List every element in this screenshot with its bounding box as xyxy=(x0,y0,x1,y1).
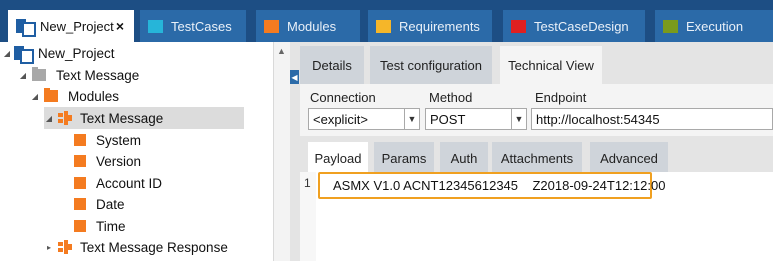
requirements-folder-icon xyxy=(376,19,391,33)
tree-item-text-message-folder[interactable]: ◢ Text Message xyxy=(18,64,139,86)
tree-item-label: Account ID xyxy=(96,175,163,191)
project-tree: ◢ New_Project ◢ Text Message ◢ Modules ◢… xyxy=(0,42,273,261)
execution-folder-icon xyxy=(663,19,678,33)
tab-details[interactable]: Details xyxy=(300,46,364,84)
tab-label: Attachments xyxy=(500,150,574,166)
chevron-down-icon[interactable]: ▼ xyxy=(404,108,420,130)
tab-label: TestCases xyxy=(171,18,232,34)
tab-params[interactable]: Params xyxy=(374,142,434,174)
tab-test-configuration[interactable]: Test configuration xyxy=(370,46,492,84)
attribute-icon xyxy=(74,177,86,189)
collapse-left-icon[interactable]: ◀ xyxy=(290,70,299,84)
tab-label: Execution xyxy=(686,18,744,34)
attribute-icon xyxy=(74,134,86,146)
close-icon[interactable]: × xyxy=(116,18,124,34)
tab-payload[interactable]: Payload xyxy=(308,142,368,174)
tree-item-new-project[interactable]: ◢ New_Project xyxy=(2,42,115,64)
folder-icon xyxy=(32,67,46,81)
tab-label: Params xyxy=(381,150,427,166)
payload-editor[interactable]: 1 ASMX V1.0 ACNT12345612345 Z2018-09-24T… xyxy=(300,172,773,261)
connection-label: Connection xyxy=(310,90,376,105)
tab-label: New_Project xyxy=(40,18,114,34)
method-label: Method xyxy=(429,90,473,105)
testcasedesign-folder-icon xyxy=(511,19,526,33)
tree-item-label: Version xyxy=(96,153,142,169)
modules-folder-icon xyxy=(264,19,279,33)
tree-item-label: Date xyxy=(96,196,125,212)
tree-item-text-message-response[interactable]: ▸ Text Message Response xyxy=(44,236,228,258)
tab-execution[interactable]: Execution xyxy=(655,10,773,42)
tab-label: Modules xyxy=(287,18,337,34)
connection-select[interactable]: <explicit> xyxy=(308,108,412,130)
details-panel: ◀ Details Test configuration Technical V… xyxy=(290,42,773,261)
tab-label: Requirements xyxy=(399,18,480,34)
tree-item-attribute[interactable]: System xyxy=(74,129,141,151)
tab-auth[interactable]: Auth xyxy=(440,142,488,174)
tab-technical-view[interactable]: Technical View xyxy=(500,46,602,84)
tree-item-label: System xyxy=(96,132,142,148)
tree-item-attribute[interactable]: Version xyxy=(74,150,141,172)
line-gutter: 1 xyxy=(300,172,316,261)
tab-label: Details xyxy=(312,57,352,73)
panel-splitter[interactable]: ▲ xyxy=(273,42,290,261)
testcases-folder-icon xyxy=(148,19,163,33)
endpoint-input[interactable]: http://localhost:54345 xyxy=(531,108,773,130)
tree-item-label: Time xyxy=(96,218,126,234)
attribute-icon xyxy=(74,220,86,232)
tree-item-label: Text Message xyxy=(56,67,140,83)
tab-testcasedesign[interactable]: TestCaseDesign xyxy=(503,10,645,42)
tree-item-label: New_Project xyxy=(38,45,115,61)
project-icon xyxy=(14,46,34,64)
tab-label: TestCaseDesign xyxy=(534,18,629,34)
expand-arrow-icon[interactable]: ◢ xyxy=(44,114,54,123)
attribute-icon xyxy=(74,198,86,210)
chevron-down-icon[interactable]: ▼ xyxy=(511,108,527,130)
modules-folder-icon xyxy=(44,88,58,102)
module-icon xyxy=(58,111,72,125)
tab-requirements[interactable]: Requirements xyxy=(368,10,492,42)
tab-testcases[interactable]: TestCases xyxy=(140,10,246,42)
method-select[interactable]: POST xyxy=(425,108,521,130)
payload-tab-bar: Payload Params Auth Attachments Advanced xyxy=(300,142,773,174)
module-icon xyxy=(58,240,72,254)
tree-item-modules[interactable]: ◢ Modules xyxy=(30,85,119,107)
expand-arrow-icon[interactable]: ◢ xyxy=(30,92,40,101)
attribute-icon xyxy=(74,155,86,167)
tab-label: Test configuration xyxy=(380,57,482,73)
tab-label: Advanced xyxy=(600,150,658,166)
tab-modules[interactable]: Modules xyxy=(256,10,360,42)
tree-item-text-message-module[interactable]: ◢ Text Message xyxy=(44,107,244,129)
tab-new-project[interactable]: New_Project × xyxy=(8,10,134,42)
project-icon xyxy=(16,19,36,37)
tree-item-attribute[interactable]: Date xyxy=(74,193,125,215)
expand-arrow-icon[interactable]: ◢ xyxy=(2,49,12,58)
tab-label: Payload xyxy=(314,150,362,166)
tree-item-label: Text Message xyxy=(80,110,164,126)
top-tab-bar: New_Project × TestCases Modules Requirem… xyxy=(0,0,773,42)
endpoint-label: Endpoint xyxy=(535,90,587,105)
tab-advanced[interactable]: Advanced xyxy=(590,142,668,174)
expand-arrow-icon[interactable]: ◢ xyxy=(18,71,28,80)
collapse-arrow-icon[interactable]: ▸ xyxy=(44,243,54,252)
line-number: 1 xyxy=(304,176,311,190)
tab-label: Technical View xyxy=(508,57,594,73)
payload-highlight[interactable]: ASMX V1.0 ACNT12345612345 Z2018-09-24T12… xyxy=(318,172,665,199)
tree-item-attribute[interactable]: Time xyxy=(74,215,126,237)
tab-attachments[interactable]: Attachments xyxy=(492,142,582,174)
tree-item-label: Text Message Response xyxy=(80,239,228,255)
tree-item-label: Modules xyxy=(68,88,120,104)
scroll-up-icon[interactable]: ▲ xyxy=(277,46,286,56)
tree-item-attribute[interactable]: Account ID xyxy=(74,172,162,194)
connection-form: Connection <explicit> ▼ Method POST ▼ En… xyxy=(300,84,773,136)
tab-label: Auth xyxy=(450,150,478,166)
